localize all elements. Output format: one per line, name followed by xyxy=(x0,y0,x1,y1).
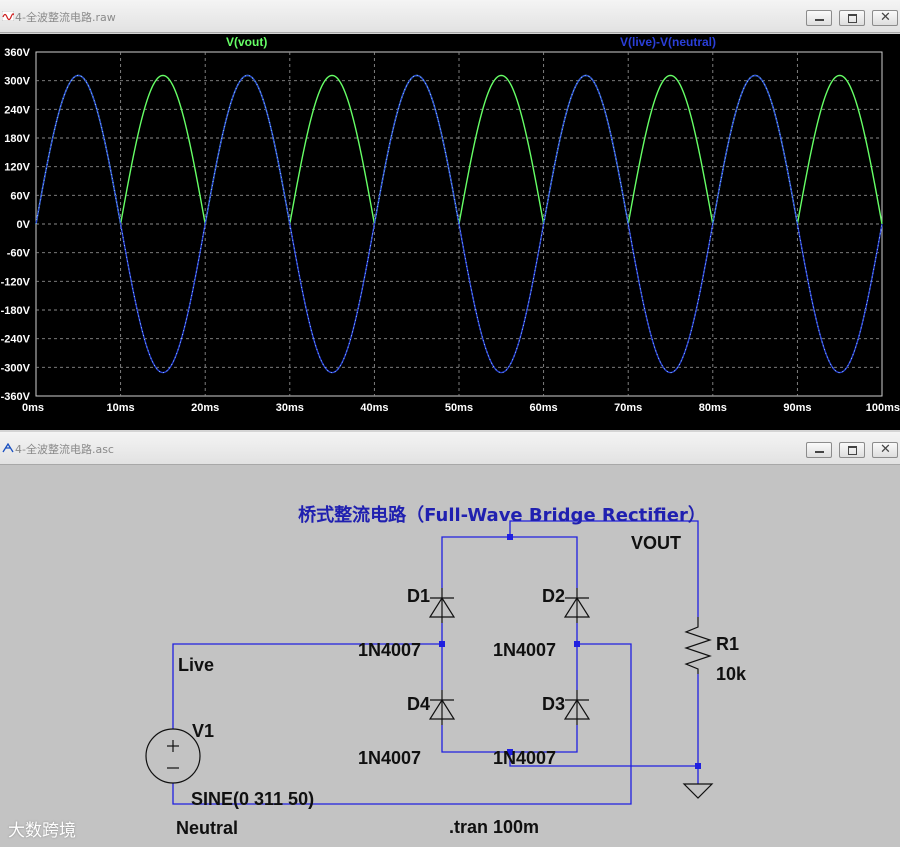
y-tick-label: -60V xyxy=(7,248,31,260)
waveform-window-title: 4-全波整流电路.raw xyxy=(15,11,116,24)
schematic-minimize-button[interactable] xyxy=(806,442,832,458)
label-r1-value[interactable]: 10k xyxy=(716,664,747,684)
x-tick-label: 70ms xyxy=(614,402,642,414)
schematic-close-button[interactable]: ✕ xyxy=(872,442,898,458)
label-d4-model[interactable]: 1N4007 xyxy=(358,748,421,768)
y-tick-label: 60V xyxy=(10,190,30,202)
label-vout[interactable]: VOUT xyxy=(631,533,681,553)
schematic-title: 桥式整流电路（Full-Wave Bridge Rectifier） xyxy=(298,504,706,526)
schematic-window: 4-全波整流电路.asc ✕ 桥式整流电路（Full-Wave Bridge R… xyxy=(0,432,900,847)
y-tick-label: -240V xyxy=(1,334,31,346)
x-tick-label: 40ms xyxy=(360,402,388,414)
junctions xyxy=(439,534,701,769)
label-neutral[interactable]: Neutral xyxy=(176,818,238,838)
wire-bridge-top[interactable] xyxy=(441,536,578,588)
y-tick-label: -180V xyxy=(1,305,31,317)
waveform-plot[interactable]: 0ms 10ms 20ms 30ms 40ms 50ms 60ms 70ms 80ms 90ms 1… xyxy=(0,34,900,430)
schematic-icon xyxy=(2,443,14,453)
label-d2[interactable]: D2 xyxy=(542,586,565,606)
y-tick-label: 120V xyxy=(4,162,30,174)
y-tick-label: -360V xyxy=(1,391,31,403)
diode-d2[interactable] xyxy=(563,588,591,623)
x-tick-label: 0ms xyxy=(22,402,44,414)
tran-directive[interactable]: .tran 100m xyxy=(449,817,539,838)
waveform-window-titlebar[interactable]: 4-全波整流电路.raw ✕ xyxy=(0,0,900,33)
minimize-icon xyxy=(815,451,824,453)
label-d4[interactable]: D4 xyxy=(407,694,430,714)
schematic-canvas[interactable]: 桥式整流电路（Full-Wave Bridge Rectifier） VOUT … xyxy=(0,464,900,847)
resistor-r1[interactable] xyxy=(684,617,712,674)
label-live[interactable]: Live xyxy=(178,655,214,675)
diode-d1[interactable] xyxy=(428,588,456,623)
diode-d4[interactable] xyxy=(428,690,456,725)
x-tick-label: 90ms xyxy=(783,402,811,414)
restore-icon xyxy=(848,14,857,23)
waveform-window: 4-全波整流电路.raw ✕ 0ms 10ms 20ms 30ms 40ms 50ms 60… xyxy=(0,0,900,432)
label-v1-value[interactable]: SINE(0 311 50) xyxy=(191,789,314,809)
y-tick-label: -300V xyxy=(1,362,31,374)
restore-icon xyxy=(848,446,857,455)
x-tick-label: 30ms xyxy=(276,402,304,414)
minimize-icon xyxy=(815,19,824,21)
x-tick-label: 50ms xyxy=(445,402,473,414)
x-tick-label: 10ms xyxy=(107,402,135,414)
y-tick-label: 180V xyxy=(4,133,30,145)
ground-icon xyxy=(682,783,714,799)
label-d3[interactable]: D3 xyxy=(542,694,565,714)
schematic-window-title: 4-全波整流电路.asc xyxy=(15,443,114,456)
label-d2-model[interactable]: 1N4007 xyxy=(493,640,556,660)
y-tick-label: 360V xyxy=(4,47,30,59)
close-icon: ✕ xyxy=(880,442,891,457)
y-tick-label: 240V xyxy=(4,104,30,116)
close-button[interactable]: ✕ xyxy=(872,10,898,26)
y-tick-label: 0V xyxy=(17,219,31,231)
label-r1[interactable]: R1 xyxy=(716,634,739,654)
label-v1[interactable]: V1 xyxy=(192,721,214,741)
x-tick-label: 80ms xyxy=(699,402,727,414)
watermark: 大数跨境 xyxy=(8,821,76,841)
label-d1[interactable]: D1 xyxy=(407,586,430,606)
restore-button[interactable] xyxy=(839,10,865,26)
schematic-restore-button[interactable] xyxy=(839,442,865,458)
y-tick-label: -120V xyxy=(1,276,31,288)
label-d1-model[interactable]: 1N4007 xyxy=(358,640,421,660)
diode-d3[interactable] xyxy=(563,690,591,725)
legend-vout[interactable]: V(vout) xyxy=(226,35,267,49)
x-tick-label: 100ms xyxy=(866,402,900,414)
waveform-icon xyxy=(2,11,14,21)
x-tick-label: 60ms xyxy=(530,402,558,414)
legend-input[interactable]: V(live)-V(neutral) xyxy=(620,35,716,49)
label-d3-model[interactable]: 1N4007 xyxy=(493,748,556,768)
minimize-button[interactable] xyxy=(806,10,832,26)
wires xyxy=(172,520,699,805)
schematic-window-titlebar[interactable]: 4-全波整流电路.asc ✕ xyxy=(0,432,900,465)
wire-neutral[interactable] xyxy=(172,643,632,805)
waveform-chart[interactable]: 0ms 10ms 20ms 30ms 40ms 50ms 60ms 70ms 80ms 90ms 1… xyxy=(0,34,900,430)
close-icon: ✕ xyxy=(880,10,891,25)
y-tick-label: 300V xyxy=(4,76,30,88)
x-tick-label: 20ms xyxy=(191,402,219,414)
